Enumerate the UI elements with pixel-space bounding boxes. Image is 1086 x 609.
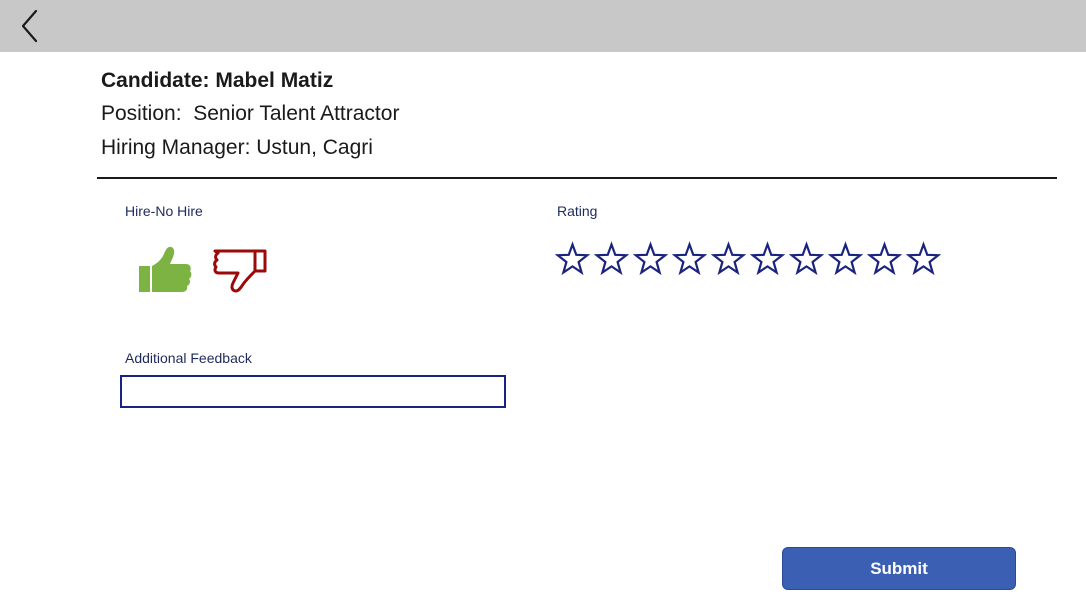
star-icon [672,241,707,276]
rating-star-2[interactable] [594,240,629,278]
thumbs-up-icon [139,246,192,292]
hire-no-hire-label: Hire-No Hire [125,203,203,219]
star-icon [750,241,785,276]
star-icon [867,241,902,276]
thumbs-down-button[interactable] [211,245,269,297]
rating-label: Rating [557,203,598,219]
star-icon [594,241,629,276]
rating-star-10[interactable] [906,240,941,278]
additional-feedback-label: Additional Feedback [125,350,252,366]
rating-star-9[interactable] [867,240,902,278]
back-button[interactable] [12,6,48,46]
thumbs-up-button[interactable] [136,244,194,296]
chevron-left-icon [21,9,38,43]
thumbs-down-icon [213,249,267,293]
rating-star-4[interactable] [672,240,707,278]
candidate-feedback-screen: Candidate: Mabel Matiz Position: Senior … [0,0,1086,609]
additional-feedback-input[interactable] [120,375,506,408]
rating-stars [555,240,945,278]
rating-star-3[interactable] [633,240,668,278]
header-divider [97,177,1057,179]
rating-star-1[interactable] [555,240,590,278]
star-icon [906,241,941,276]
submit-button[interactable]: Submit [782,547,1016,590]
position-text: Position: Senior Talent Attractor [101,102,400,125]
star-icon [711,241,746,276]
hiring-manager-text: Hiring Manager: Ustun, Cagri [101,136,373,159]
star-icon [633,241,668,276]
candidate-name: Candidate: Mabel Matiz [101,69,334,92]
rating-star-6[interactable] [750,240,785,278]
rating-star-7[interactable] [789,240,824,278]
rating-star-5[interactable] [711,240,746,278]
star-icon [828,241,863,276]
star-icon [555,241,590,276]
rating-star-8[interactable] [828,240,863,278]
header-bar [0,0,1086,52]
star-icon [789,241,824,276]
